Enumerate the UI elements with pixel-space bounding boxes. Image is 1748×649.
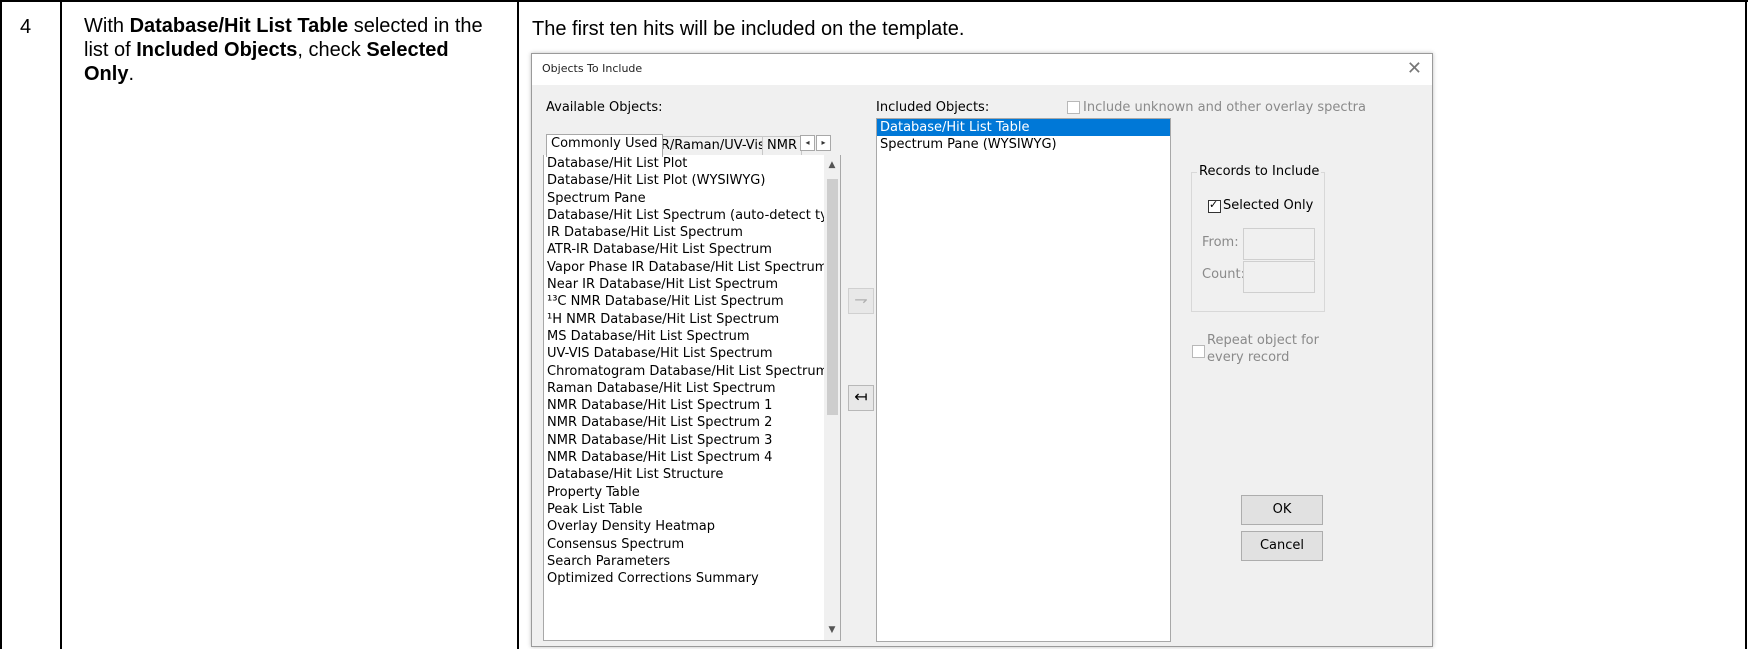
table-border-left bbox=[0, 0, 2, 649]
dialog-titlebar: Objects To Include ✕ bbox=[532, 54, 1432, 85]
included-object-item[interactable]: Spectrum Pane (WYSIWYG) bbox=[877, 136, 1170, 153]
available-objects-items: Database/Hit List Plot Database/Hit List … bbox=[544, 155, 840, 587]
arrow-right-icon: ⇁ bbox=[854, 290, 868, 309]
repeat-object-label-line2: every record bbox=[1207, 350, 1290, 365]
scroll-up-icon[interactable]: ▲ bbox=[824, 157, 840, 173]
available-object-item[interactable]: Overlay Density Heatmap bbox=[544, 518, 840, 535]
available-object-item[interactable]: Database/Hit List Plot (WYSIWYG) bbox=[544, 172, 840, 189]
available-object-item[interactable]: Chromatogram Database/Hit List Spectrum bbox=[544, 363, 840, 380]
selected-only-checkbox[interactable] bbox=[1208, 198, 1221, 213]
available-object-item[interactable]: ¹³C NMR Database/Hit List Spectrum bbox=[544, 293, 840, 310]
from-input[interactable] bbox=[1243, 228, 1315, 260]
selected-only-label: Selected Only bbox=[1223, 198, 1314, 213]
available-object-item[interactable]: ¹H NMR Database/Hit List Spectrum bbox=[544, 311, 840, 328]
add-object-button[interactable]: ⇁ bbox=[848, 288, 874, 314]
available-object-item[interactable]: NMR Database/Hit List Spectrum 1 bbox=[544, 397, 840, 414]
available-object-item[interactable]: Spectrum Pane bbox=[544, 190, 840, 207]
available-object-item[interactable]: Near IR Database/Hit List Spectrum bbox=[544, 276, 840, 293]
table-border-top bbox=[0, 0, 1748, 2]
available-object-item[interactable]: Search Parameters bbox=[544, 553, 840, 570]
cancel-button[interactable]: Cancel bbox=[1241, 531, 1323, 561]
repeat-object-label-line1: Repeat object for bbox=[1207, 333, 1319, 348]
count-input[interactable] bbox=[1243, 261, 1315, 293]
include-unknown-label: Include unknown and other overlay spectr… bbox=[1083, 100, 1366, 115]
available-object-item[interactable]: Raman Database/Hit List Spectrum bbox=[544, 380, 840, 397]
step-note: The first ten hits will be included on t… bbox=[532, 18, 965, 40]
step-instruction: With Database/Hit List Table selected in… bbox=[84, 15, 483, 85]
available-object-item[interactable]: Vapor Phase IR Database/Hit List Spectru… bbox=[544, 259, 840, 276]
available-object-item[interactable]: Database/Hit List Structure bbox=[544, 466, 840, 483]
included-objects-list[interactable]: Database/Hit List Table Spectrum Pane (WY… bbox=[876, 118, 1171, 642]
tab-ir-raman-uv-vis[interactable]: IR/Raman/UV-Vis bbox=[652, 136, 770, 157]
available-object-item[interactable]: NMR Database/Hit List Spectrum 4 bbox=[544, 449, 840, 466]
repeat-object-checkbox[interactable] bbox=[1192, 345, 1205, 358]
available-object-item[interactable]: ATR-IR Database/Hit List Spectrum bbox=[544, 241, 840, 258]
table-divider-1 bbox=[60, 0, 62, 649]
available-object-item[interactable]: IR Database/Hit List Spectrum bbox=[544, 224, 840, 241]
step-number: 4 bbox=[20, 16, 32, 38]
from-label: From: bbox=[1202, 235, 1239, 250]
table-border-right bbox=[1745, 0, 1747, 649]
available-object-item[interactable]: Consensus Spectrum bbox=[544, 536, 840, 553]
arrow-left-icon: ↤ bbox=[854, 387, 868, 406]
scroll-down-icon[interactable]: ▼ bbox=[824, 622, 840, 638]
include-unknown-checkbox[interactable] bbox=[1067, 101, 1080, 114]
available-object-item[interactable]: NMR Database/Hit List Spectrum 2 bbox=[544, 414, 840, 431]
available-object-item[interactable]: UV-VIS Database/Hit List Spectrum bbox=[544, 345, 840, 362]
available-objects-label: Available Objects: bbox=[546, 100, 663, 115]
included-objects-label: Included Objects: bbox=[876, 100, 990, 115]
available-object-item[interactable]: Optimized Corrections Summary bbox=[544, 570, 840, 587]
available-object-item[interactable]: NMR Database/Hit List Spectrum 3 bbox=[544, 432, 840, 449]
ok-button[interactable]: OK bbox=[1241, 495, 1323, 525]
included-object-item[interactable]: Database/Hit List Table bbox=[877, 119, 1170, 137]
available-object-item[interactable]: Database/Hit List Plot bbox=[544, 155, 840, 172]
available-object-item[interactable]: MS Database/Hit List Spectrum bbox=[544, 328, 840, 345]
remove-object-button[interactable]: ↤ bbox=[848, 385, 874, 411]
tab-scroll-right-icon[interactable]: ▸ bbox=[816, 135, 831, 151]
close-icon[interactable]: ✕ bbox=[1407, 58, 1422, 79]
available-object-item[interactable]: Peak List Table bbox=[544, 501, 840, 518]
scrollbar-thumb[interactable] bbox=[827, 179, 838, 415]
available-object-item[interactable]: Property Table bbox=[544, 484, 840, 501]
objects-to-include-dialog: Objects To Include ✕ Available Objects: … bbox=[531, 53, 1433, 647]
included-objects-items: Database/Hit List Table Spectrum Pane (WY… bbox=[877, 119, 1170, 154]
tab-nmr[interactable]: NMR bbox=[762, 136, 802, 157]
tab-commonly-used[interactable]: Commonly Used bbox=[546, 134, 663, 157]
available-object-item[interactable]: Database/Hit List Spectrum (auto-detect … bbox=[544, 207, 840, 224]
records-to-include-label: Records to Include bbox=[1197, 164, 1322, 179]
available-objects-scrollbar[interactable]: ▲ ▼ bbox=[824, 155, 840, 640]
table-divider-2 bbox=[517, 0, 519, 649]
count-label: Count: bbox=[1202, 267, 1245, 282]
dialog-title: Objects To Include bbox=[542, 62, 643, 75]
tab-scroll-left-icon[interactable]: ◂ bbox=[800, 135, 815, 151]
available-objects-list[interactable]: Database/Hit List Plot Database/Hit List … bbox=[543, 155, 841, 641]
